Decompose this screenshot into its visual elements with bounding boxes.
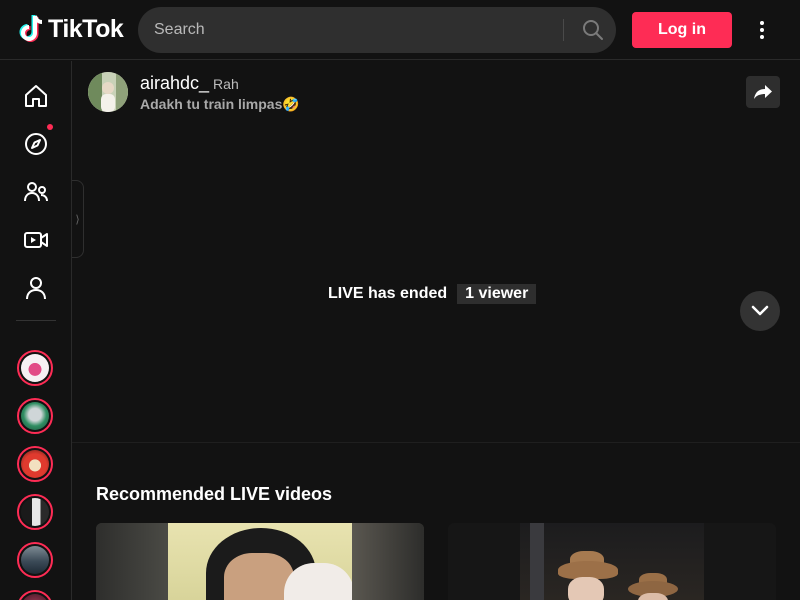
- tiktok-note-icon: [19, 15, 43, 42]
- host-nickname: Rah: [213, 76, 239, 92]
- sidebar: [0, 61, 72, 600]
- vertical-ellipsis-icon: [760, 21, 764, 39]
- live-account-avatar[interactable]: [17, 494, 53, 530]
- search-input[interactable]: [154, 7, 554, 53]
- viewer-count-badge: 1 viewer: [457, 284, 537, 304]
- live-account-avatar[interactable]: [17, 590, 53, 600]
- sidebar-item-following[interactable]: [20, 176, 52, 208]
- search-button[interactable]: [570, 7, 616, 53]
- host-avatar[interactable]: [88, 72, 128, 112]
- live-icon: [24, 232, 48, 248]
- share-button[interactable]: [746, 76, 780, 108]
- search-icon: [583, 20, 603, 40]
- section-divider: [72, 442, 800, 443]
- following-icon: [24, 182, 48, 202]
- notification-dot: [47, 124, 53, 130]
- host-avatar-image: [88, 72, 128, 112]
- live-account-avatar[interactable]: [17, 542, 53, 578]
- top-header: TikTok Log in: [0, 0, 800, 60]
- recommended-live-card[interactable]: [96, 523, 424, 600]
- recommended-title: Recommended LIVE videos: [96, 484, 333, 504]
- live-ended-status: LIVE has ended 1 viewer: [328, 284, 537, 304]
- tiktok-logo[interactable]: TikTok: [18, 14, 124, 44]
- share-arrow-icon: [754, 85, 772, 99]
- sidebar-divider: [16, 320, 56, 321]
- live-account-avatar[interactable]: [17, 446, 53, 482]
- explore-icon: [25, 133, 47, 155]
- live-ended-text: LIVE has ended: [328, 285, 448, 302]
- sidebar-item-profile[interactable]: [20, 272, 52, 304]
- live-account-avatar[interactable]: [17, 398, 53, 434]
- next-live-button[interactable]: [740, 291, 780, 331]
- sidebar-collapse-handle[interactable]: ⟩: [72, 180, 84, 258]
- more-options-button[interactable]: [750, 16, 774, 44]
- sidebar-item-live[interactable]: [20, 224, 52, 256]
- live-account-avatar[interactable]: [17, 350, 53, 386]
- live-title: Adakh tu train limpas🤣: [140, 96, 300, 112]
- chevron-right-icon: ⟩: [75, 213, 80, 226]
- sidebar-item-home[interactable]: [20, 80, 52, 112]
- sidebar-item-explore[interactable]: [20, 124, 53, 160]
- host-username[interactable]: airahdc_ Rah: [140, 73, 239, 94]
- chevron-down-icon: [751, 305, 769, 316]
- host-name: airahdc_: [140, 73, 210, 93]
- login-button[interactable]: Log in: [632, 12, 732, 48]
- recommended-live-card[interactable]: [448, 523, 776, 600]
- home-icon: [25, 85, 47, 107]
- logo-text: TikTok: [48, 14, 124, 43]
- profile-icon: [26, 277, 46, 300]
- search-divider: [563, 19, 564, 41]
- search-bar: [138, 7, 616, 53]
